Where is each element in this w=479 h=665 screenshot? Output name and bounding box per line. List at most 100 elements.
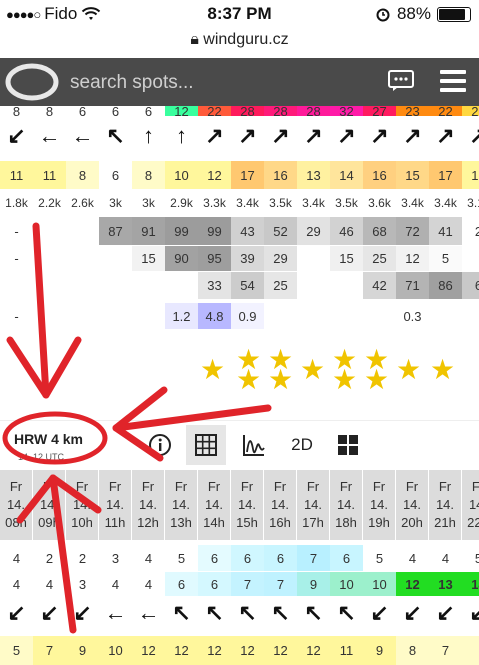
header-dates: 14. (402, 497, 422, 512)
precipitation-row-cell (33, 303, 66, 329)
bottom-gusts-row-cell: 4 (132, 572, 165, 596)
header-days: Fr (438, 479, 452, 494)
bottom-gusts-row-cell: 3 (66, 572, 99, 596)
bottom-gusts-row-cell: 12 (396, 572, 429, 596)
header-days: Fr (42, 479, 56, 494)
time-header-cell: Fr 14. 15h (231, 470, 263, 540)
rating-star-icon: ★ (200, 354, 226, 385)
cloud-cover-low-row-cell: 86 (429, 272, 462, 299)
table-view-button[interactable] (186, 425, 226, 465)
windguru-logo-icon[interactable] (4, 62, 60, 102)
header-dates: 14. (270, 497, 290, 512)
freezing-level-row-cell: 3k (142, 196, 155, 210)
temperature-row: 111186810121716131416151712 (0, 161, 479, 189)
bottom-wind-direction-row-cell: ↖ (205, 600, 224, 625)
header-dates: 14. (336, 497, 356, 512)
wind-speed-row-partial-cell: 28 (231, 104, 264, 119)
cloud-cover-low-row-cell (99, 272, 132, 299)
bottom-wind-speed-row-cell: 5 (462, 545, 479, 571)
bottom-wind-direction-row-cell: ↙ (7, 600, 26, 625)
temperature-row-cell: 16 (264, 161, 297, 189)
wind-direction-row-cell: ↗ (436, 123, 455, 148)
bottom-wind-direction-row-cell: ↙ (370, 600, 389, 625)
cloud-cover-mid-row-cell (462, 246, 479, 271)
rating-star-icon: ★ (396, 354, 422, 385)
bottom-wind-speed-row-cell: 5 (363, 545, 396, 571)
cloud-cover-low-row-cell: 71 (396, 272, 429, 299)
precipitation-row-cell: 4.8 (198, 303, 231, 329)
grid-view-button[interactable] (328, 425, 368, 465)
bottom-wind-direction-row-cell: ← (104, 600, 127, 625)
info-button[interactable] (140, 425, 180, 465)
bottom-wind-direction-row-cell: ← (137, 600, 160, 625)
cloud-cover-mid-row-cell: 15 (132, 246, 165, 271)
temperature-row-cell: 12 (462, 161, 479, 189)
bottom-wind-speed-row: 422345666765445 (0, 545, 479, 571)
time-header-cell: Fr 14. 09h (33, 470, 65, 540)
header-dates: 14. (72, 497, 92, 512)
bottom-temperature-row-cell: 7 (429, 636, 462, 665)
wind-direction-row-cell: ↗ (337, 123, 356, 148)
bottom-temperature-row-cell (462, 636, 479, 665)
hamburger-menu-icon[interactable] (440, 70, 466, 92)
temperature-row-cell: 14 (330, 161, 363, 189)
rating-star-icon: ★ (364, 364, 390, 395)
cloud-cover-mid-row-cell: 25 (363, 246, 396, 271)
battery-fill (439, 8, 466, 20)
header-dates: 14. (204, 497, 224, 512)
freezing-level-row-cell: 2.2k (38, 196, 61, 210)
time-header-cell: Fr 14. 10h (66, 470, 98, 540)
2d-view-button[interactable]: 2D (282, 425, 322, 465)
bottom-wind-speed-row-cell: 4 (396, 545, 429, 571)
temperature-row-cell: 15 (396, 161, 429, 189)
cloud-cover-mid-row-cell: 95 (198, 246, 231, 271)
cloud-cover-low-row-cell: 6 (462, 272, 479, 299)
wind-direction-row-cell: ↗ (238, 123, 257, 148)
temperature-row-cell: 8 (66, 161, 99, 189)
search-input[interactable]: search spots... (70, 72, 194, 94)
rating-star-icon: ★ (268, 364, 294, 395)
time-header-cell: Fr 14. 11h (99, 470, 131, 540)
wind-direction-row-cell: ← (71, 123, 94, 148)
bottom-gusts-row-cell: 6 (198, 572, 231, 596)
bottom-wind-speed-row-cell: 3 (99, 545, 132, 571)
wind-direction-row-cell: ↗ (205, 123, 224, 148)
header-hours: 19h (368, 515, 390, 530)
browser-url-bar[interactable]: 🔒︎ windguru.cz (0, 28, 479, 56)
bottom-temperature-row-cell: 12 (132, 636, 165, 665)
header-hours: 09h (38, 515, 60, 530)
bottom-gusts-row-cell: 10 (330, 572, 363, 596)
precipitation-row-cell (66, 303, 99, 329)
chat-icon[interactable] (388, 70, 414, 92)
bottom-wind-speed-row-cell: 6 (198, 545, 231, 571)
bottom-wind-direction-row-cell: ↙ (469, 600, 479, 625)
bottom-temperature-row-cell: 9 (363, 636, 396, 665)
precipitation-row-cell (132, 303, 165, 329)
cloud-cover-mid-row-cell: 90 (165, 246, 198, 271)
header-hours: 16h (269, 515, 291, 530)
grid-icon (338, 435, 358, 455)
rating-stars: ★ ★ ★ ★ ★ ★ ★ ★ ★ ★ ★ ★ (200, 346, 465, 394)
header-days: Fr (306, 479, 320, 494)
bottom-gusts-row-cell: 4 (33, 572, 66, 596)
graph-view-button[interactable] (234, 425, 274, 465)
alarm-icon (376, 8, 390, 22)
precipitation-row-cell (330, 303, 363, 329)
temperature-row-cell: 6 (99, 161, 132, 189)
model-name[interactable]: HRW 4 km (14, 431, 83, 447)
cloud-cover-low-row-cell (0, 272, 33, 299)
wind-direction-row-cell: ↖ (106, 123, 125, 148)
bottom-temperature-row: 5 7 9 10 12 12 12 12 12 12 11 9 8 7 (0, 636, 479, 665)
windguru-mobile-page: { "status_bar": { "signal": "●●●●○", "ca… (0, 0, 479, 665)
header-days: Fr (372, 479, 386, 494)
cloud-cover-low-row-cell (132, 272, 165, 299)
rating-star-icon: ★ (236, 364, 262, 395)
header-hours: 15h (236, 515, 258, 530)
model-run-time: 14. 12 UTC (18, 452, 65, 462)
temperature-row-cell: 12 (198, 161, 231, 189)
header-dates: 14. (237, 497, 257, 512)
cloud-cover-mid-row-cell: 12 (396, 246, 429, 271)
cloud-cover-mid-row-cell: 5 (429, 246, 462, 271)
precipitation-row-cell (429, 303, 462, 329)
bottom-wind-speed-row-cell: 4 (429, 545, 462, 571)
